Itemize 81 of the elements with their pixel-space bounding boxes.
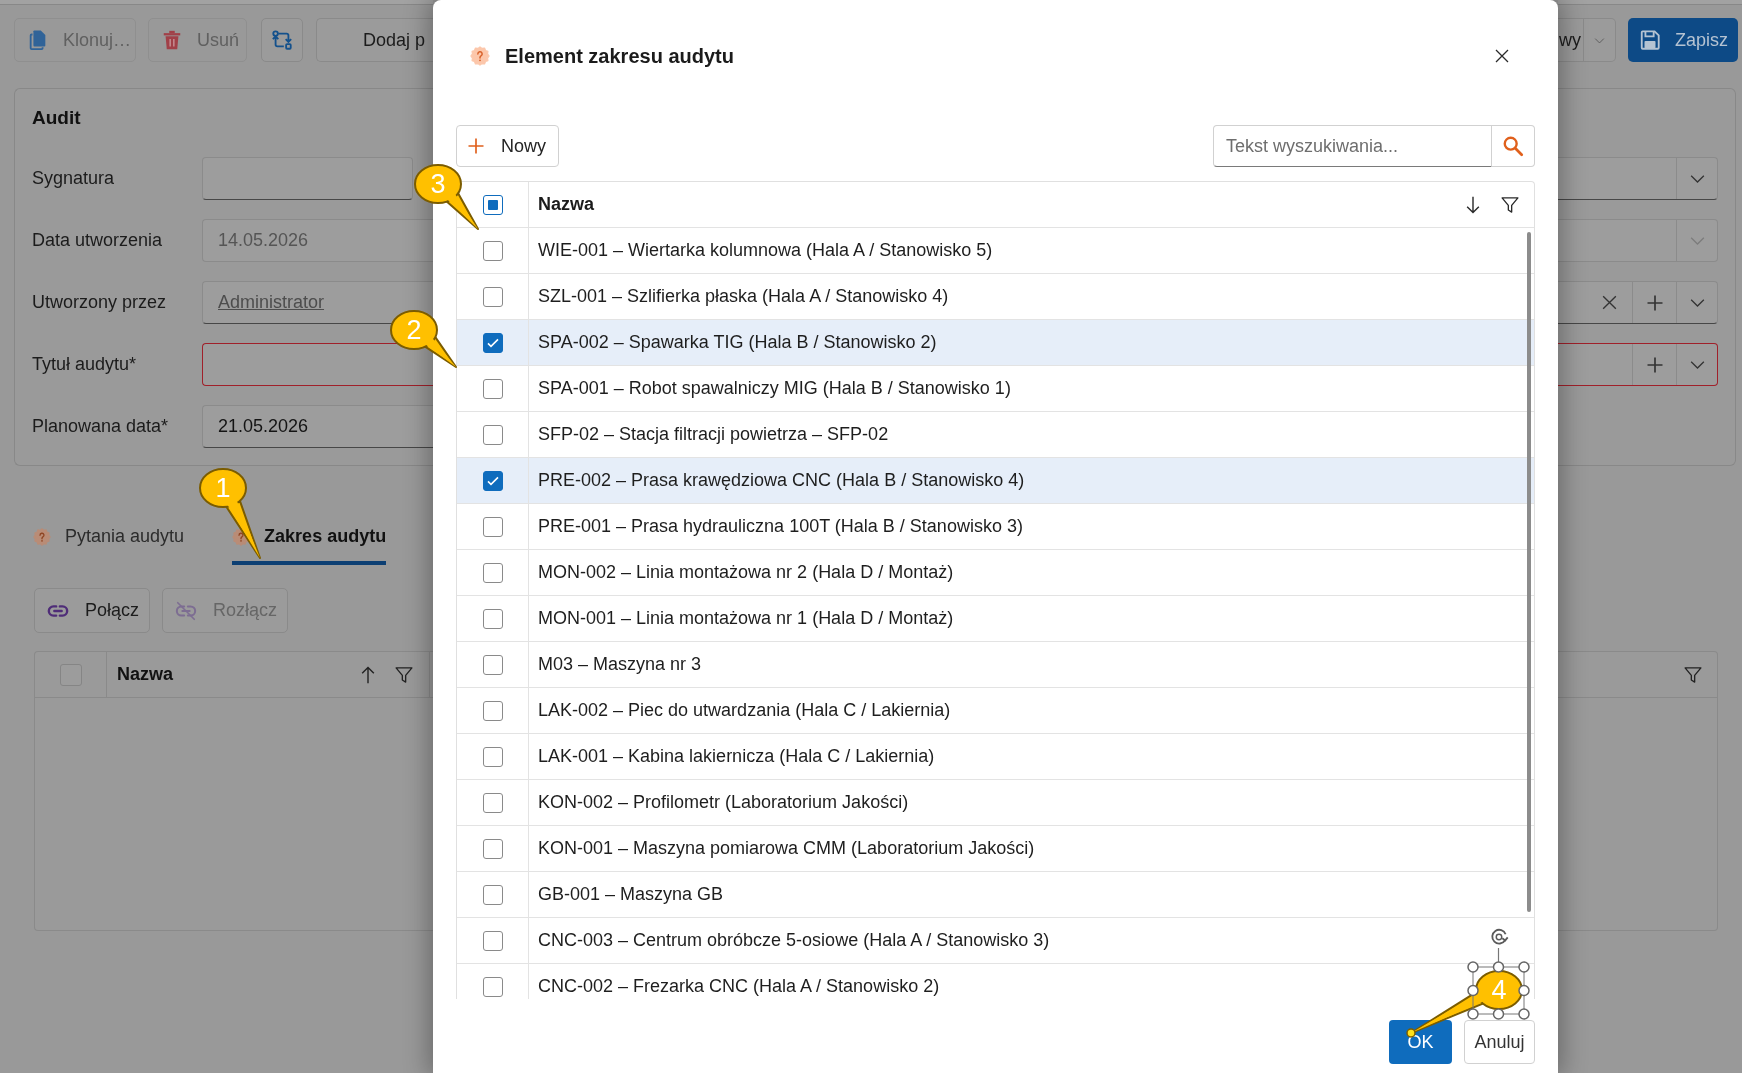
filter-icon[interactable]	[394, 664, 414, 685]
checkbox[interactable]	[482, 332, 503, 353]
ok-button[interactable]: OK	[1389, 1020, 1452, 1064]
split-button[interactable]: wy	[1558, 18, 1584, 62]
table-cell: WIE-001 – Wiertarka kolumnowa (Hala A / Stanowisko 5)	[538, 240, 993, 261]
callout-number: 3	[429, 169, 447, 199]
checkbox[interactable]	[482, 608, 503, 629]
scrollbar[interactable]	[1527, 232, 1531, 912]
trash-icon	[161, 29, 183, 51]
checkbox[interactable]	[482, 838, 503, 859]
filter-icon[interactable]	[1500, 194, 1520, 215]
table-cell: GB-001 – Maszyna GB	[538, 884, 724, 905]
save-icon	[1639, 29, 1661, 51]
checkbox[interactable]	[482, 562, 503, 583]
callout-number: 1	[214, 473, 232, 503]
selection-handles[interactable]	[1467, 948, 1530, 1020]
workflow-icon	[271, 29, 293, 51]
table-cell: KON-002 – Profilometr (Laboratorium Jakości)	[538, 792, 909, 813]
checkbox[interactable]	[482, 700, 503, 721]
field-label: Planowana data*	[32, 416, 169, 436]
checkbox[interactable]	[482, 884, 503, 905]
date-field[interactable]: 21.05.2026	[202, 405, 433, 448]
table-cell: M03 – Maszyna nr 3	[538, 654, 702, 675]
table-cell: KON-001 – Maszyna pomiarowa CMM (Laboratorium Jakości)	[538, 838, 1035, 859]
filter-icon[interactable]	[1683, 664, 1703, 685]
link-button[interactable]: Połącz	[34, 588, 151, 633]
checkbox[interactable]	[482, 240, 503, 261]
workflow-button[interactable]	[261, 18, 303, 62]
lookup-field[interactable]	[202, 343, 433, 386]
field-label: Tytuł audytu*	[32, 354, 137, 374]
user-link[interactable]: Administrator	[218, 292, 325, 313]
unlink-icon	[175, 599, 198, 622]
column-header[interactable]: Nazwa	[117, 664, 342, 685]
checkbox[interactable]	[482, 516, 503, 537]
checkbox[interactable]	[482, 424, 503, 445]
checkbox[interactable]	[482, 930, 503, 951]
close-icon	[1493, 47, 1511, 65]
table-cell: MON-001 – Linia montażowa nr 1 (Hala D / Montaż)	[538, 608, 954, 629]
table-cell: CNC-002 – Frezarka CNC (Hala A / Stanowisko 2)	[538, 976, 940, 997]
table-cell: MON-002 – Linia montażowa nr 2 (Hala D / Montaż)	[538, 562, 954, 583]
add-button[interactable]: Dodaj p	[316, 18, 433, 62]
table-cell: LAK-001 – Kabina lakiernicza (Hala C / Lakiernia)	[538, 746, 935, 767]
save-button[interactable]: Zapisz	[1628, 18, 1738, 62]
cancel-button[interactable]: Anuluj	[1464, 1020, 1535, 1064]
table-cell: CNC-003 – Centrum obróbcze 5-osiowe (Hala A / Stanowisko 3)	[538, 930, 1050, 951]
checkbox[interactable]	[482, 746, 503, 767]
dropdown-field[interactable]	[1558, 219, 1718, 262]
panel-title: Audit	[32, 106, 81, 130]
tab[interactable]: Pytania audytu	[33, 508, 185, 565]
square-mark-icon	[487, 199, 498, 210]
table-cell: SPA-002 – Spawarka TIG (Hala B / Stanowisko 2)	[538, 332, 937, 353]
new-button[interactable]: Nowy	[456, 125, 559, 167]
checkbox[interactable]	[482, 470, 503, 491]
column-header[interactable]: Nazwa	[538, 194, 1446, 215]
lookup-field[interactable]	[1558, 343, 1718, 386]
field-label: Data utworzenia	[32, 230, 163, 250]
checkbox[interactable]	[482, 194, 503, 215]
checkbox[interactable]	[482, 378, 503, 399]
field-label: Utworzony przez	[32, 292, 167, 312]
checkbox[interactable]	[482, 976, 503, 997]
callout-number: 4	[1490, 975, 1508, 1005]
table-cell: SPA-001 – Robot spawalniczy MIG (Hala B / Stanowisko 1)	[538, 378, 1011, 399]
lookup-field[interactable]	[1558, 281, 1718, 324]
plus-icon	[466, 136, 486, 156]
table-cell: PRE-001 – Prasa hydrauliczna 100T (Hala B / Stanowisko 3)	[538, 516, 1023, 537]
seal-question-icon	[33, 527, 51, 546]
dropdown-field[interactable]	[202, 157, 413, 200]
table-cell: PRE-002 – Prasa krawędziowa CNC (Hala B / Stanowisko 4)	[538, 470, 1025, 491]
checkbox[interactable]	[482, 792, 503, 813]
seal-question-icon	[470, 46, 490, 66]
table-cell: LAK-002 – Piec do utwardzania (Hala C / Lakiernia)	[538, 700, 951, 721]
search-field[interactable]: Tekst wyszukiwania...	[1213, 125, 1492, 167]
checkbox[interactable]	[482, 654, 503, 675]
dropdown-field[interactable]	[1558, 157, 1718, 200]
dialog-title: Element zakresu audytu	[505, 44, 734, 68]
checkbox[interactable]	[482, 286, 503, 307]
search-button[interactable]	[1492, 125, 1535, 167]
table-cell: SZL-001 – Szlifierka płaska (Hala A / Stanowisko 4)	[538, 286, 949, 307]
field-label: Sygnatura	[32, 168, 115, 188]
search-icon	[1502, 135, 1524, 157]
table-cell: SFP-02 – Stacja filtracji powietrza – SFP-02	[538, 424, 889, 445]
